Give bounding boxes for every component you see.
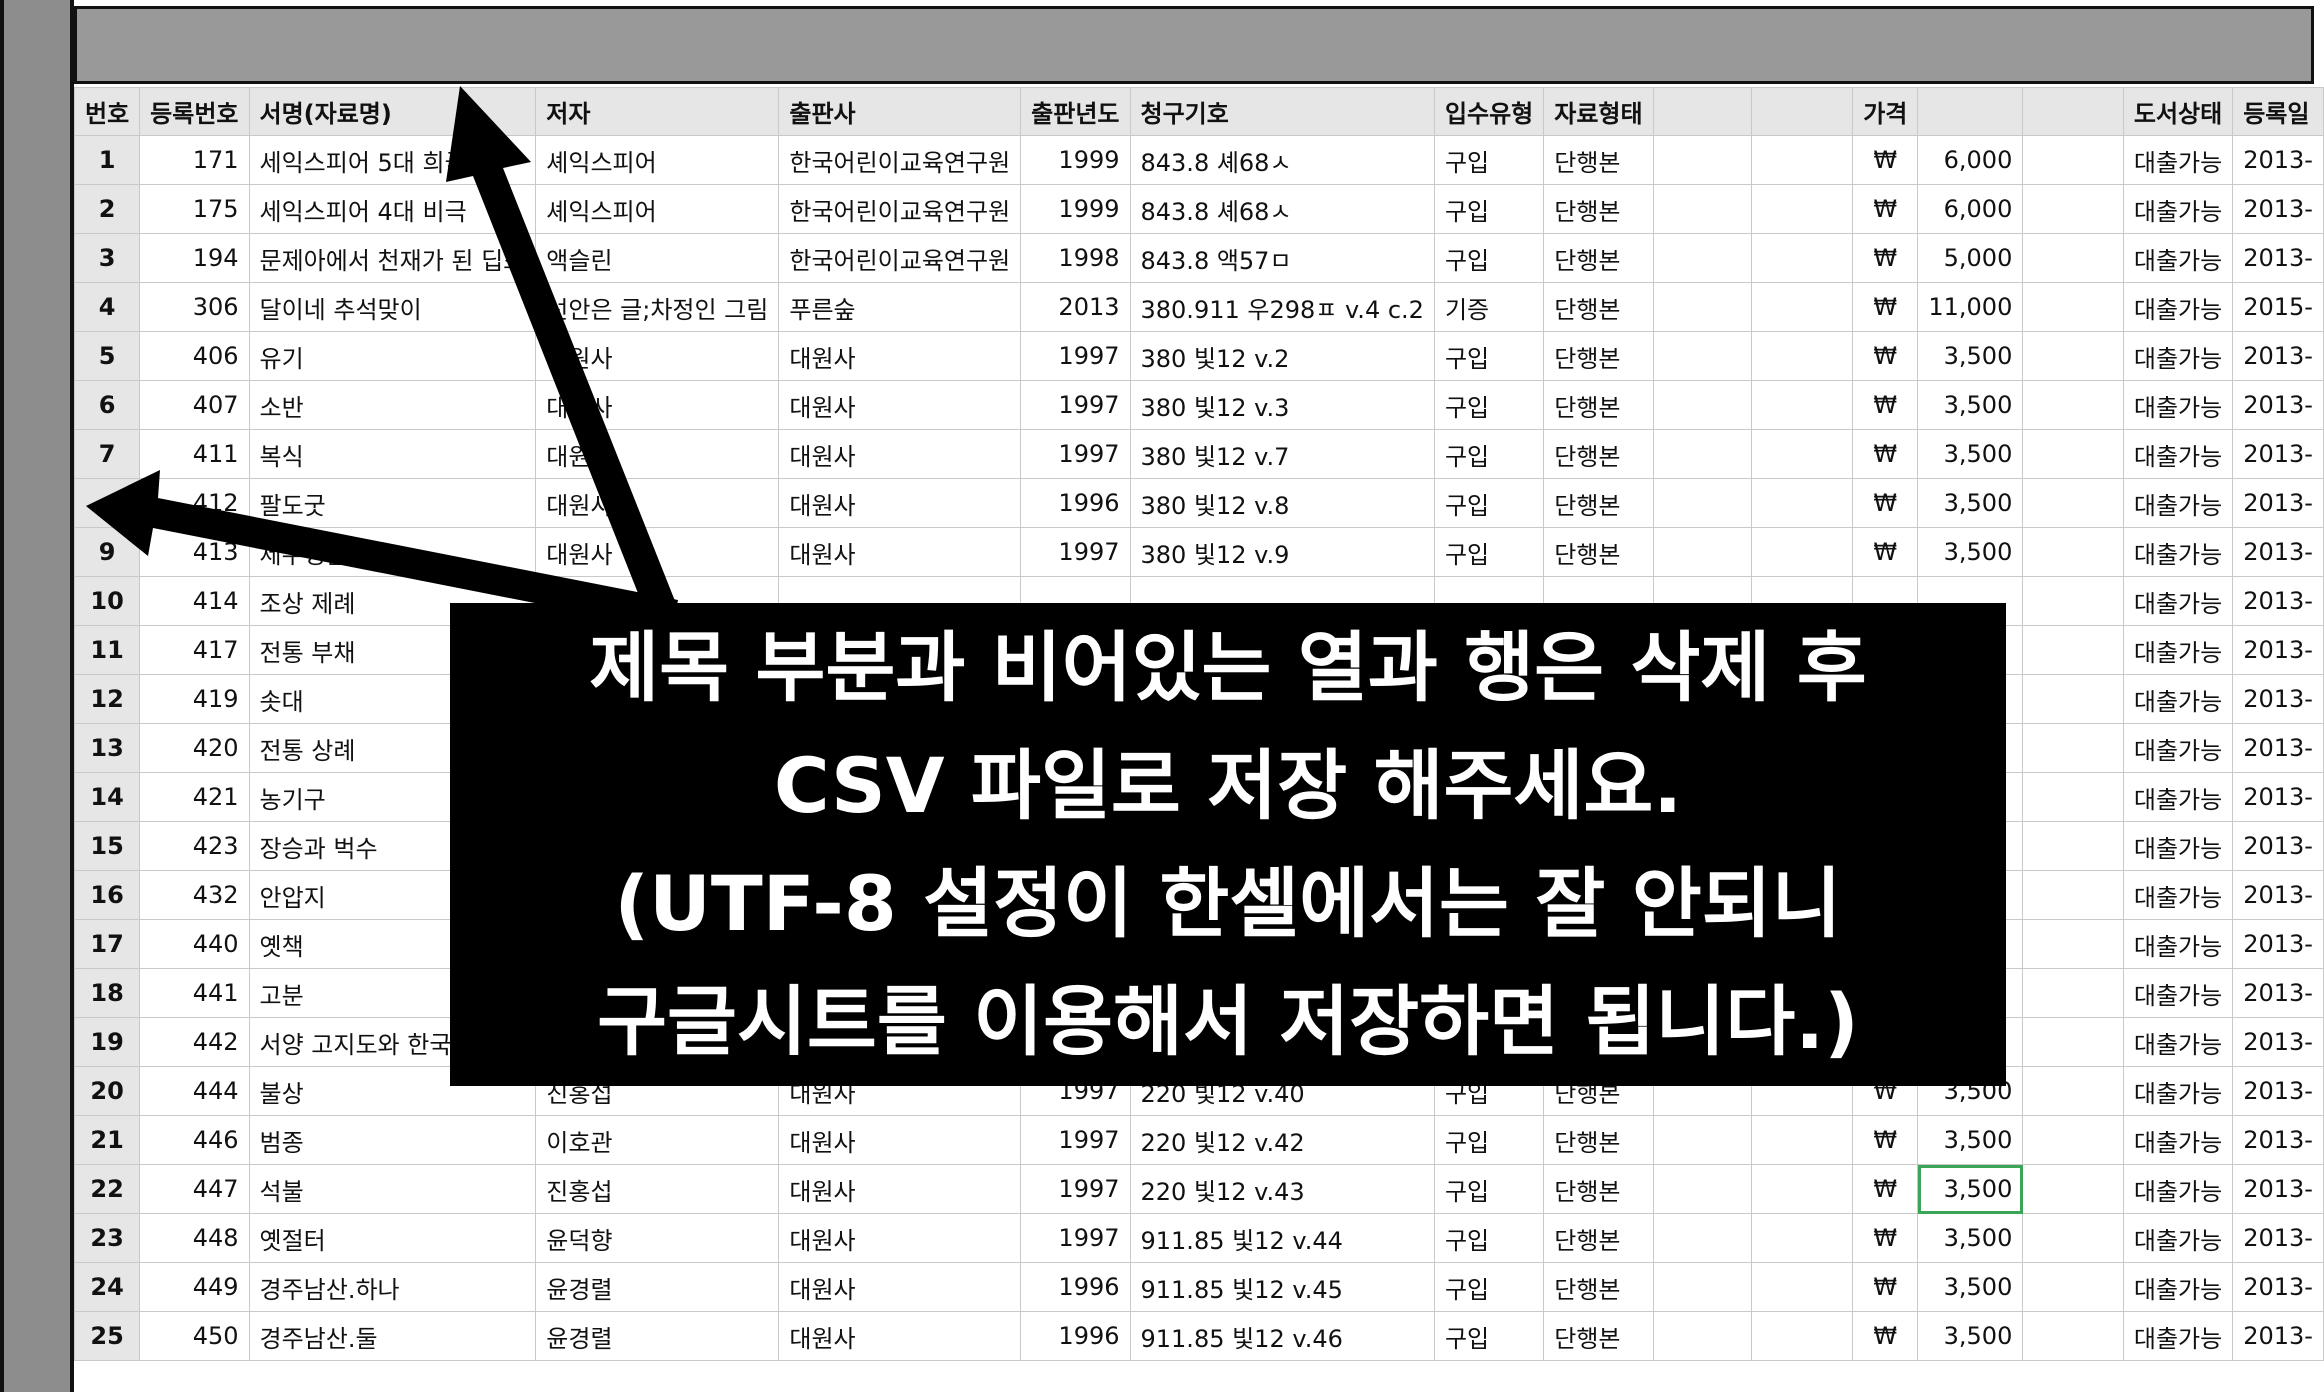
overlay-line-1: 제목 부분과 비어있는 열과 행은 삭제 후 xyxy=(589,623,1867,712)
arrow-up-icon xyxy=(446,86,677,616)
overlay-line-4: 구글시트를 이용해서 저장하면 됩니다.) xyxy=(597,977,1859,1066)
overlay-line-2: CSV 파일로 저장 해주세요. xyxy=(773,741,1683,830)
overlay-line-3: (UTF-8 설정이 한셀에서는 잘 안되니 xyxy=(614,859,1842,948)
instruction-overlay: 제목 부분과 비어있는 열과 행은 삭제 후 CSV 파일로 저장 해주세요. … xyxy=(450,603,2006,1086)
